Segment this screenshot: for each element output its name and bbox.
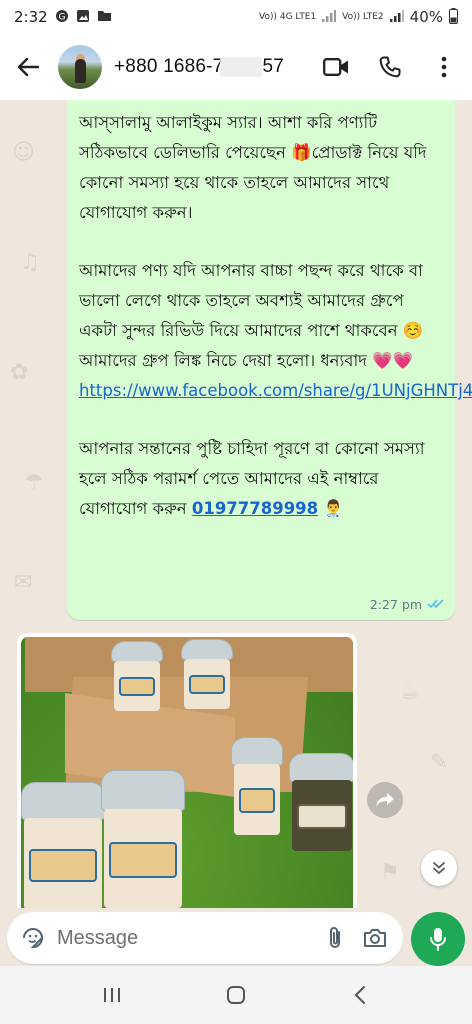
- sim2-signal: Vo)) LTE2: [342, 12, 384, 22]
- video-call-icon[interactable]: [316, 47, 356, 87]
- composer: [0, 908, 472, 966]
- sim-notification-icon: G: [55, 9, 69, 26]
- redaction-mask: [220, 56, 263, 77]
- attach-icon[interactable]: [315, 918, 355, 958]
- incoming-image-message[interactable]: [17, 633, 357, 908]
- message-meta: 2:27 pm: [370, 597, 445, 612]
- message-text: আস্সালামু আলাইকুম স্যার। আশা করি পণ্যটি …: [79, 108, 472, 524]
- phone-number-link[interactable]: 01977789998: [192, 499, 318, 518]
- more-options-icon[interactable]: [424, 47, 464, 87]
- battery-icon: [449, 7, 458, 27]
- message-time: 2:27 pm: [369, 597, 422, 612]
- gallery-notification-icon: [76, 9, 90, 26]
- home-icon[interactable]: [214, 973, 258, 1017]
- doodle-icon: ☺: [12, 140, 35, 165]
- message-input[interactable]: [57, 926, 277, 950]
- doodle-icon: ✎: [430, 750, 449, 775]
- outgoing-message-bubble[interactable]: আস্সালামু আলাইকুম স্যার। আশা করি পণ্যটি …: [67, 100, 472, 620]
- chat-area[interactable]: ☺ ♫ ✿ ☂ ✉ ☕ ✎ ⚑ আস্সালামু আলাইকুম স্যার।…: [0, 100, 472, 908]
- doodle-icon: ☕: [400, 680, 420, 705]
- avatar[interactable]: [58, 45, 102, 89]
- hearts-emoji: 💗💗: [372, 351, 414, 370]
- doodle-icon: ⚑: [380, 860, 400, 885]
- doodle-icon: ♫: [20, 250, 40, 275]
- doodle-icon: ✿: [10, 360, 29, 385]
- recent-apps-icon[interactable]: [90, 973, 134, 1017]
- microphone-icon: [430, 928, 446, 951]
- doodle-icon: ✉: [14, 570, 33, 595]
- doctor-emoji: 👨‍⚕️: [323, 499, 344, 518]
- forward-button[interactable]: [367, 782, 403, 818]
- back-nav-icon[interactable]: [338, 973, 382, 1017]
- chat-header: +880 1686-7 57: [0, 34, 472, 100]
- smile-emoji: ☺️: [402, 321, 424, 340]
- product-photo[interactable]: [21, 637, 353, 908]
- folder-notification-icon: [97, 9, 112, 25]
- signal-bars-2-icon: [389, 9, 404, 25]
- system-nav-bar: [0, 966, 472, 1024]
- battery-level: 40%: [409, 8, 443, 26]
- double-check-icon: [427, 597, 445, 612]
- scroll-to-bottom-button[interactable]: [421, 850, 457, 886]
- signal-bars-icon: [322, 9, 337, 25]
- message-paragraph-3: আপনার সন্তানের পুষ্টি চাহিদা পূরণে বা কো…: [79, 439, 425, 518]
- microphone-button[interactable]: [411, 912, 465, 966]
- sticker-icon[interactable]: [13, 918, 53, 958]
- back-arrow-icon[interactable]: [6, 45, 50, 89]
- doodle-icon: ☂: [24, 470, 44, 495]
- group-link[interactable]: https://www.facebook.com/share/g/1UNjGHN…: [79, 381, 472, 400]
- message-paragraph-2: আমাদের পণ্য যদি আপনার বাচ্চা পছন্দ করে থ…: [79, 256, 472, 406]
- contact-name[interactable]: +880 1686-7 57: [114, 56, 284, 78]
- svg-text:G: G: [58, 12, 65, 22]
- sim1-signal: Vo)) 4G LTE1: [259, 12, 317, 22]
- voice-call-icon[interactable]: [370, 47, 410, 87]
- status-bar: 2:32 G Vo)) 4G LTE1 Vo)) LTE2 40%: [0, 0, 472, 34]
- status-time: 2:32: [14, 8, 48, 26]
- message-composer-pill[interactable]: [7, 912, 403, 964]
- camera-icon[interactable]: [355, 918, 395, 958]
- gift-emoji: 🎁: [291, 143, 312, 162]
- message-paragraph-1: আস্সালামু আলাইকুম স্যার। আশা করি পণ্যটি …: [79, 113, 427, 222]
